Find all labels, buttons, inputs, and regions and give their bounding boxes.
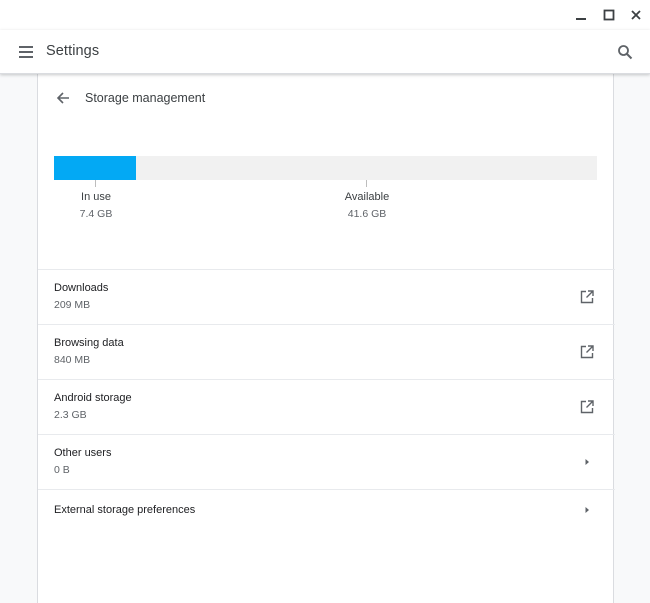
available-value: 41.6 GB	[347, 208, 387, 220]
arrow-back-icon[interactable]	[51, 86, 75, 110]
list-item-external-storage-preferences[interactable]: External storage preferences	[38, 490, 615, 545]
settings-window: Settings Storage management In use 7.4 G…	[0, 0, 650, 603]
list-item-size: 209 MB	[54, 299, 91, 311]
page-title: Storage management	[85, 91, 206, 105]
storage-usage-bar	[54, 156, 597, 180]
storage-card: Storage management In use 7.4 GB Availab…	[37, 74, 615, 603]
list-item-label: Downloads	[54, 282, 109, 294]
in-use-label: In use	[81, 191, 111, 203]
list-item-label: Android storage	[54, 392, 132, 404]
open-in-new-icon[interactable]	[577, 397, 597, 417]
arrow-right-icon[interactable]	[577, 500, 597, 520]
list-item-label: Other users	[54, 447, 112, 459]
settings-toolbar: Settings	[0, 30, 650, 74]
title-bar	[0, 0, 650, 30]
available-tick	[366, 180, 367, 187]
list-item-size: 0 B	[54, 464, 70, 476]
available-label: Available	[344, 191, 390, 203]
list-item-browsing-data[interactable]: Browsing data 840 MB	[38, 325, 615, 380]
list-item-size: 2.3 GB	[54, 409, 87, 421]
open-in-new-icon[interactable]	[577, 342, 597, 362]
maximize-icon[interactable]	[599, 5, 619, 25]
in-use-tick	[95, 180, 96, 187]
app-title: Settings	[46, 43, 100, 59]
list-item-android-storage[interactable]: Android storage 2.3 GB	[38, 380, 615, 435]
subpage-header: Storage management	[38, 74, 615, 122]
list-item-label: Browsing data	[54, 337, 124, 349]
list-item-label: External storage preferences	[54, 504, 196, 516]
search-icon[interactable]	[613, 40, 637, 64]
hamburger-menu-icon[interactable]	[14, 40, 38, 64]
storage-usage-fill	[54, 156, 136, 180]
open-in-new-icon[interactable]	[577, 287, 597, 307]
list-item-downloads[interactable]: Downloads 209 MB	[38, 270, 615, 325]
list-item-size: 840 MB	[54, 354, 91, 366]
arrow-right-icon[interactable]	[577, 452, 597, 472]
close-icon[interactable]	[626, 5, 646, 25]
in-use-value: 7.4 GB	[79, 208, 113, 220]
minimize-icon[interactable]	[571, 5, 591, 25]
list-item-other-users[interactable]: Other users 0 B	[38, 435, 615, 490]
